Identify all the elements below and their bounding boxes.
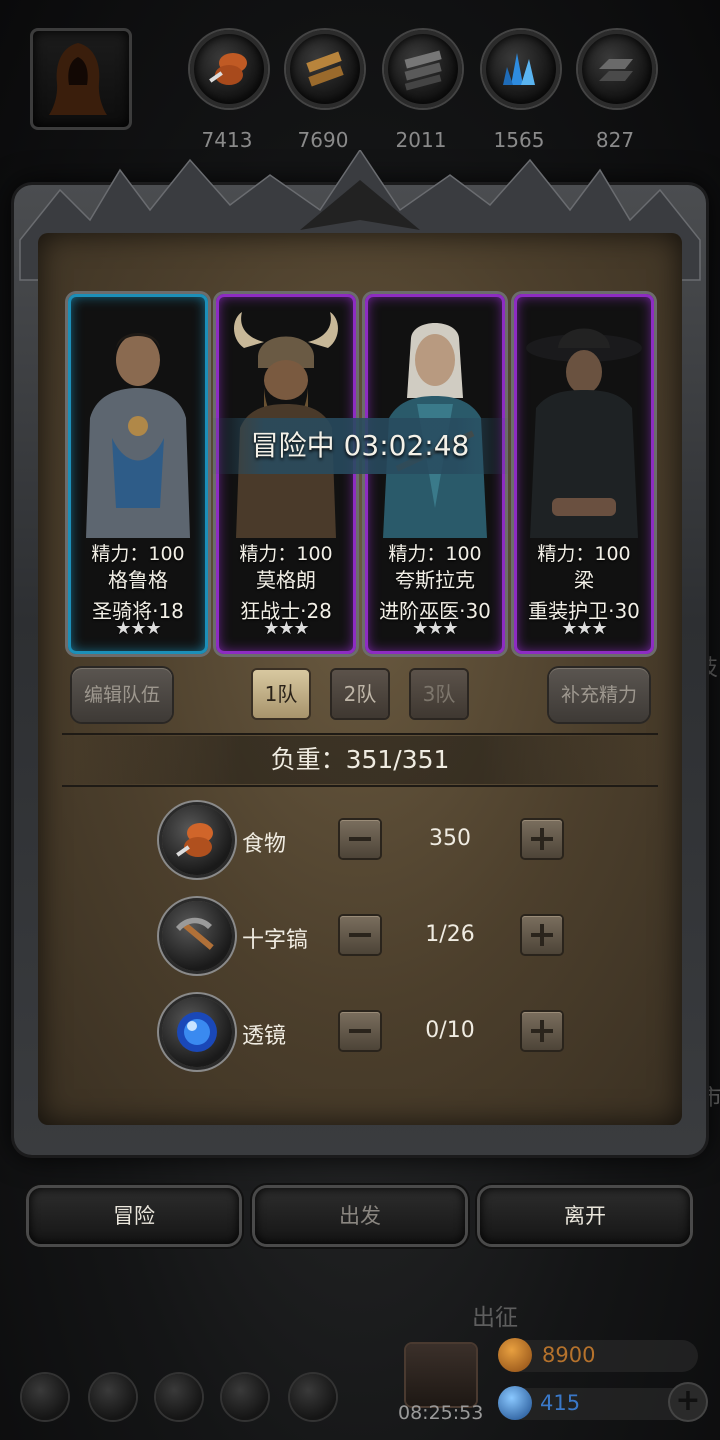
temple-icon[interactable] [156,1374,202,1420]
hero-portrait-guardian [526,328,642,538]
iron-icon [384,30,462,108]
increase-lens-button[interactable] [522,1012,562,1050]
supply-name: 十字镐 [242,928,309,953]
hero-name: 梁 [574,568,594,592]
supply-name: 透镜 [242,1024,287,1049]
hero-stars: ★★★ [115,618,161,639]
divider [62,733,658,735]
depart-button[interactable]: 出发 [255,1188,465,1244]
tab-team-1[interactable]: 1队 [253,670,309,718]
leader-portrait-slot[interactable] [30,28,132,130]
gem-icon [498,1386,532,1420]
hero-name: 莫格朗 [256,568,316,592]
add-gems-button[interactable]: + [670,1384,706,1420]
hero-stars: ★★★ [412,618,458,639]
leave-button[interactable]: 离开 [480,1188,690,1244]
adventure-timer-banner: 冒险中 03:02:48 [210,418,510,474]
food-icon [162,805,232,875]
pickaxe-icon [162,901,232,971]
supply-value: 350 [429,826,471,851]
gold-coin-icon [498,1338,532,1372]
shield-icon[interactable] [290,1374,336,1420]
hero-card[interactable]: 精力：100 格鲁格 圣骑将·18 ★★★ [68,294,208,654]
divider [62,785,658,787]
tab-team-3[interactable]: 3队 [411,670,467,718]
hero-card[interactable]: 精力：100 梁 重装护卫·30 ★★★ [514,294,654,654]
hero-card[interactable]: 精力：100 夸斯拉克 进阶巫医·30 ★★★ [365,294,505,654]
resource-count: 7690 [297,128,349,152]
load-capacity: 负重：351/351 [62,736,658,784]
decrease-food-button[interactable] [340,820,380,858]
supply-value: 1/26 [425,922,475,947]
tab-team-2[interactable]: 2队 [332,670,388,718]
hero-energy: 精力：100 [239,543,333,565]
resource-count: 2011 [395,128,447,152]
hero-energy: 精力：100 [537,543,631,565]
lens-icon [162,997,232,1067]
decrease-pickaxe-button[interactable] [340,916,380,954]
resource-count: 827 [595,128,635,152]
hero-stars: ★★★ [263,618,309,639]
gift-timer: 08:25:53 [398,1402,484,1424]
gift-box-icon[interactable] [406,1344,476,1406]
hooded-figure-icon [49,43,107,115]
adventure-button[interactable]: 冒险 [29,1188,239,1244]
supply-value: 0/10 [425,1018,475,1043]
hero-name: 格鲁格 [108,568,168,592]
resource-count: 1565 [493,128,545,152]
refill-energy-button[interactable]: 补充精力 [549,668,649,722]
gold-amount: 8900 [542,1343,596,1367]
wood-icon [286,30,364,108]
gem-amount: 415 [540,1391,581,1415]
resource-count: 7413 [201,128,253,152]
expedition-label: 出征 [472,1305,518,1331]
hero-stars: ★★★ [561,618,607,639]
increase-pickaxe-button[interactable] [522,916,562,954]
hero-name: 夸斯拉克 [395,568,475,592]
achievement-star-icon[interactable] [90,1374,136,1420]
ingot-icon [578,30,656,108]
decrease-lens-button[interactable] [340,1012,380,1050]
hero-card[interactable]: 精力：100 莫格朗 狂战士·28 ★★★ [216,294,356,654]
hero-energy: 精力：100 [388,543,482,565]
settings-gear-icon[interactable] [22,1374,68,1420]
edit-team-button[interactable]: 编辑队伍 [72,668,172,722]
increase-food-button[interactable] [522,820,562,858]
mail-icon[interactable] [222,1374,268,1420]
hero-energy: 精力：100 [91,543,185,565]
meat-icon [190,30,268,108]
supply-name: 食物 [242,832,287,857]
hero-portrait-paladin [86,333,190,538]
crystal-icon [482,30,560,108]
